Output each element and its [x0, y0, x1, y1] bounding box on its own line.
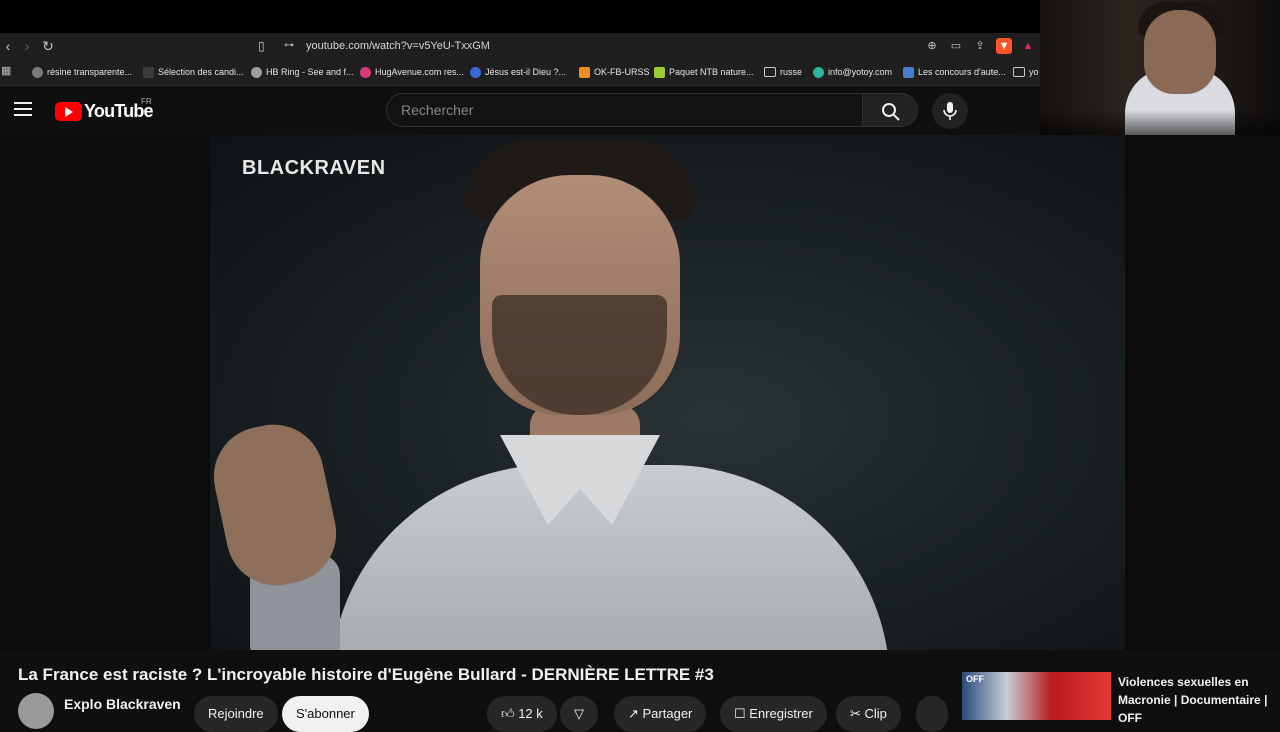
webcam-overlay — [1040, 0, 1280, 135]
globe-icon — [32, 66, 43, 78]
globe-icon — [251, 66, 262, 78]
browser-toolbar: ‹ › ↻ ▯ ⊶ youtube.com/watch?v=v5YeU-TxxG… — [0, 33, 1040, 59]
bookmark-item[interactable]: info@yotoy.com — [813, 64, 892, 80]
bookmark-item[interactable]: Les concours d'aute... — [903, 64, 1006, 80]
profile-icon — [470, 66, 481, 78]
screen-top-strip — [0, 0, 1040, 33]
recommended-title[interactable]: Violences sexuelles en Macronie | Docume… — [1118, 673, 1280, 727]
site-info-icon[interactable]: ⊶ — [284, 36, 294, 56]
blogger-icon — [579, 66, 590, 78]
channel-name[interactable]: Explo Blackraven — [64, 696, 181, 712]
brave-shield-icon[interactable]: ▼ — [996, 38, 1012, 54]
folder-icon — [1013, 67, 1025, 77]
channel-avatar[interactable] — [18, 693, 54, 729]
search-input[interactable]: Rechercher — [386, 93, 862, 127]
youtube-play-icon — [55, 101, 82, 121]
thumb-down-icon: ▽ — [574, 706, 584, 721]
video-title: La France est raciste ? L'incroyable his… — [18, 665, 714, 684]
video-watermark: BLACKRAVEN — [242, 157, 386, 179]
bookmark-item[interactable]: HB Ring - See and f... — [251, 64, 354, 80]
scissors-icon: ✂ — [850, 706, 865, 721]
join-button[interactable]: Rejoindre — [194, 696, 278, 732]
clip-button[interactable]: ✂ Clip — [836, 696, 901, 732]
subscribe-button[interactable]: S'abonner — [282, 696, 369, 732]
bookmark-folder[interactable]: yo — [1013, 64, 1039, 80]
menu-icon[interactable] — [14, 102, 32, 116]
cast-icon[interactable]: ▭ — [948, 38, 964, 54]
youtube-logo[interactable]: YouTube FR — [55, 97, 154, 122]
bookmark-item[interactable]: Jésus est-il Dieu ?... — [470, 64, 566, 80]
like-button[interactable]: 👍︎ 12 k — [487, 696, 557, 732]
youtube-header: YouTube FR Rechercher — [0, 86, 1040, 135]
bookmark-folder[interactable]: russe — [764, 64, 802, 80]
player-left-margin — [0, 135, 210, 650]
dislike-button[interactable]: ▽ — [560, 696, 598, 732]
bookmark-item[interactable]: Paquet NTB nature... — [654, 64, 754, 80]
address-bar[interactable]: ▯ ⊶ youtube.com/watch?v=v5YeU-TxxGM — [256, 36, 1040, 56]
share-icon[interactable]: ⇪ — [972, 38, 988, 54]
webcam-person-face — [1144, 10, 1216, 94]
share-button[interactable]: ↗ Partager — [614, 696, 707, 732]
folder-icon — [764, 67, 776, 77]
page-icon — [143, 66, 154, 78]
video-player[interactable]: BLACKRAVEN — [210, 135, 1125, 650]
save-button[interactable]: ☐ Enregistrer — [720, 696, 827, 732]
player-right-margin — [1125, 135, 1280, 650]
recommended-badge: OFF — [966, 674, 984, 684]
image-icon — [903, 66, 914, 78]
zoom-icon[interactable]: ⊕ — [924, 38, 940, 54]
back-icon[interactable]: ‹ — [0, 38, 16, 54]
search-icon — [882, 103, 900, 121]
share-arrow-icon: ↗ — [628, 706, 643, 721]
heart-icon — [360, 66, 371, 78]
playlist-add-icon: ☐ — [734, 706, 750, 721]
recommended-thumbnail[interactable]: OFF — [962, 672, 1111, 720]
more-actions-button[interactable] — [916, 696, 948, 732]
search-placeholder: Rechercher — [401, 102, 474, 118]
forward-icon[interactable]: › — [19, 38, 35, 54]
rewards-icon[interactable]: ▲ — [1020, 38, 1036, 54]
bookmark-item[interactable]: résine transparente... — [32, 64, 132, 80]
bookmark-item[interactable]: Sélection des candi... — [143, 64, 244, 80]
region-code: FR — [141, 97, 152, 106]
reload-icon[interactable]: ↻ — [40, 38, 56, 54]
bookmarks-bar: ▦ résine transparente... Sélection des c… — [0, 59, 1040, 86]
url-text: youtube.com/watch?v=v5YeU-TxxGM — [306, 40, 490, 52]
apps-grid-icon[interactable]: ▦ — [1, 65, 13, 77]
video-info: La France est raciste ? L'incroyable his… — [0, 650, 1280, 732]
voice-search-button[interactable] — [932, 93, 968, 129]
thumb-up-icon: 👍︎ — [501, 706, 519, 721]
bookmark-icon[interactable]: ▯ — [258, 36, 270, 56]
bookmark-item[interactable]: OK-FB-URSS — [579, 64, 650, 80]
toolbar-icons: ⊕ ▭ ⇪ ▼ ▲ — [924, 38, 1036, 54]
search-button[interactable] — [862, 93, 918, 127]
microphone-icon — [943, 102, 957, 120]
mail-icon — [813, 66, 824, 78]
bookmark-item[interactable]: HugAvenue.com res... — [360, 64, 464, 80]
leaf-icon — [654, 66, 665, 78]
